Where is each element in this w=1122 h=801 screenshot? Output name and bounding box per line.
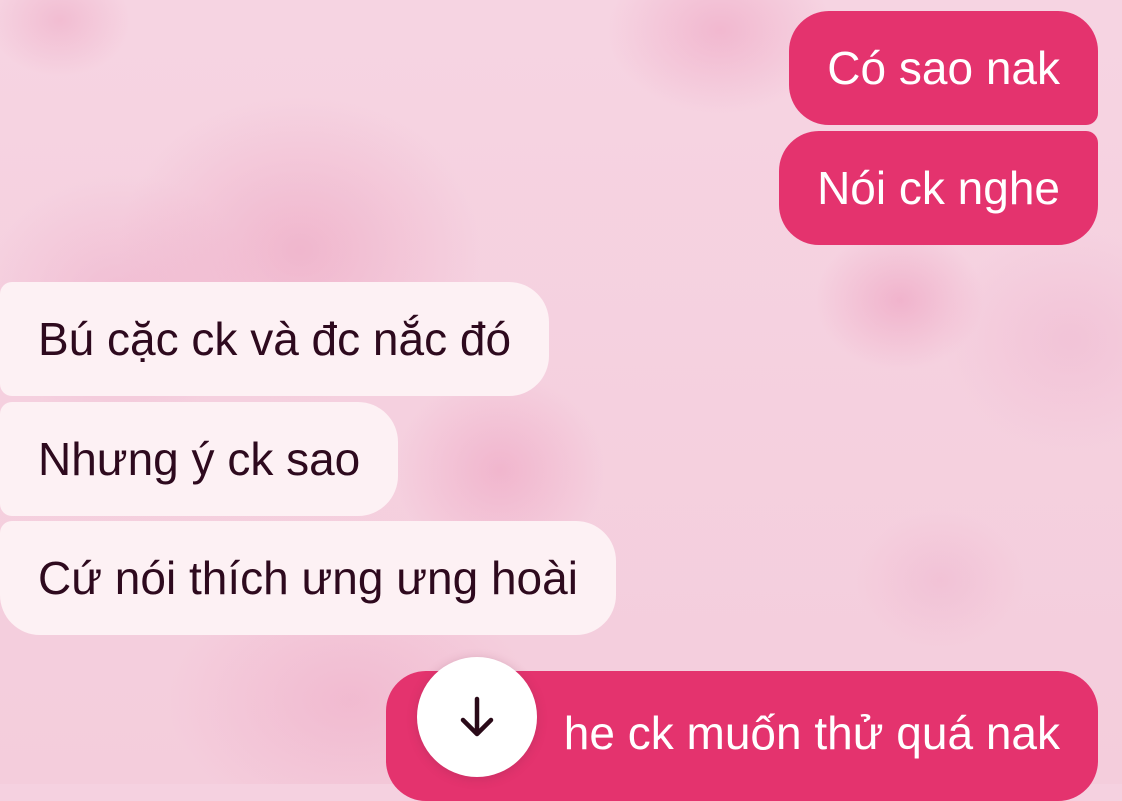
scroll-to-bottom-button[interactable] — [417, 657, 537, 777]
outgoing-message[interactable]: Nói ck nghe — [779, 131, 1098, 245]
incoming-message[interactable]: Cứ nói thích ưng ưng hoài — [0, 521, 616, 635]
message-thread[interactable]: Có sao nak Nói ck nghe Bú cặc ck và đc n… — [0, 0, 1122, 801]
outgoing-message[interactable]: Có sao nak — [789, 11, 1098, 125]
incoming-message[interactable]: Bú cặc ck và đc nắc đó — [0, 282, 550, 396]
incoming-message[interactable]: Nhưng ý ck sao — [0, 402, 399, 516]
arrow-down-icon — [460, 696, 494, 737]
